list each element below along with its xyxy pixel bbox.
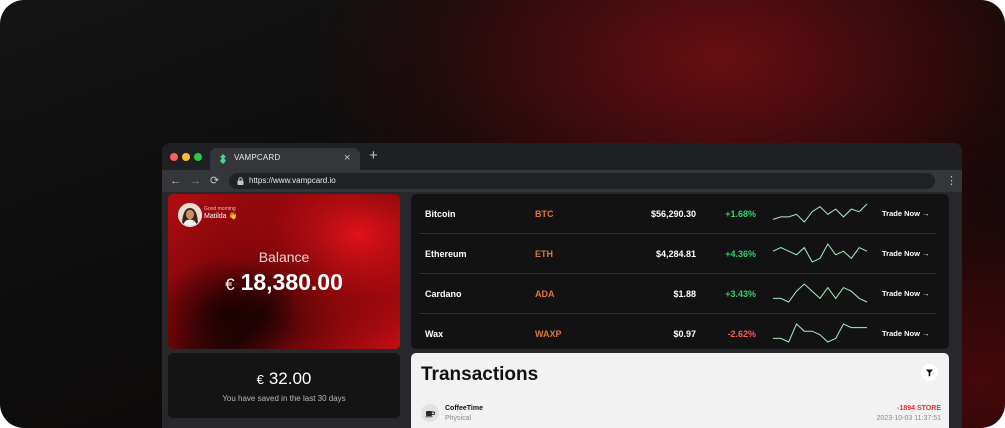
crypto-symbol: ETH: [535, 249, 553, 259]
savings-caption: You have saved in the last 30 days: [222, 394, 346, 403]
crypto-name: Wax: [425, 329, 444, 339]
transaction-merchant: CoffeeTime: [445, 405, 483, 412]
crypto-price: $0.97: [673, 329, 696, 339]
arrow-right-icon: →: [922, 329, 930, 338]
sparkline-path: [773, 323, 867, 343]
balance-value: 18,380.00: [240, 269, 343, 295]
crypto-price: $1.88: [673, 289, 696, 299]
trade-now-label: Trade Now: [882, 329, 920, 338]
vampcard-favicon-icon: [220, 154, 226, 164]
transaction-type: Physical: [445, 415, 472, 422]
lock-icon: [237, 177, 244, 185]
transactions-title: Transactions: [421, 364, 539, 385]
avatar-portrait-icon: [179, 204, 201, 226]
crypto-row: Cardano ADA $1.88 +3.43% Trade Now →: [411, 274, 949, 314]
arrow-right-icon: →: [922, 289, 930, 298]
crypto-row: Wax WAXP $0.97 -2.62% Trade Now →: [411, 314, 949, 354]
back-arrow-icon[interactable]: ←: [170, 173, 181, 189]
transaction-item[interactable]: CoffeeTime Physical -1894 STORE 2023-10-…: [421, 403, 941, 428]
window-close-dot[interactable]: [170, 153, 178, 161]
crypto-sparkline: [772, 243, 868, 263]
sparkline-path: [772, 243, 868, 263]
tab-vampcard[interactable]: VAMPCARD ×: [210, 148, 360, 170]
browser-menu-icon[interactable]: ⋮: [946, 173, 957, 189]
crypto-symbol: WAXP: [535, 329, 562, 339]
crypto-row: Bitcoin BTC $56,290.30 +1.68% Trade Now …: [411, 194, 949, 234]
transaction-date: 2023-10-03 11:37:51: [876, 415, 941, 422]
sparkline-path: [773, 283, 868, 303]
crypto-price: $4,284.81: [655, 249, 696, 259]
crypto-name: Ethereum: [425, 249, 467, 259]
balance-amount: €18,380.00: [168, 269, 400, 296]
savings-amount: €32.00: [168, 369, 400, 389]
navigation-bar: ← → ⟳ https://www.vampcard.io ⋮: [162, 170, 962, 192]
balance-card: Good morning Matilda 👋 Balance €18,380.0…: [168, 194, 400, 349]
crypto-list: Bitcoin BTC $56,290.30 +1.68% Trade Now …: [411, 194, 949, 349]
savings-card: €32.00 You have saved in the last 30 day…: [168, 353, 400, 418]
trade-now-button[interactable]: Trade Now →: [882, 289, 930, 298]
crypto-name: Cardano: [425, 289, 462, 299]
crypto-sparkline: [773, 323, 867, 343]
transactions-panel: Transactions CoffeeTime Physical -1894 S…: [411, 353, 949, 428]
new-tab-button[interactable]: +: [369, 148, 378, 164]
browser-window: VAMPCARD × + ← → ⟳ https://www.vampcard.…: [162, 143, 962, 428]
tab-bar: VAMPCARD × +: [162, 143, 962, 170]
transaction-amount: -1894 STORE: [897, 405, 941, 412]
crypto-change: +3.43%: [725, 289, 756, 299]
forward-arrow-icon[interactable]: →: [190, 173, 201, 189]
crypto-change: +1.68%: [725, 209, 756, 219]
savings-currency: €: [256, 372, 264, 387]
trade-now-label: Trade Now: [882, 209, 920, 218]
trade-now-label: Trade Now: [882, 289, 920, 298]
reload-icon[interactable]: ⟳: [210, 173, 219, 189]
trade-now-button[interactable]: Trade Now →: [882, 329, 930, 338]
trade-now-button[interactable]: Trade Now →: [882, 209, 930, 218]
savings-value: 32.00: [268, 369, 312, 388]
crypto-symbol: BTC: [535, 209, 554, 219]
balance-label: Balance: [258, 249, 310, 265]
sparkline-path: [772, 203, 868, 223]
crypto-price: $56,290.30: [650, 209, 696, 219]
crypto-change: -2.62%: [727, 329, 756, 339]
filter-funnel-icon: [926, 369, 933, 377]
dashboard: Good morning Matilda 👋 Balance €18,380.0…: [162, 192, 962, 428]
arrow-right-icon: →: [922, 249, 930, 258]
user-name: Matilda 👋: [204, 213, 238, 220]
window-maximize-dot[interactable]: [194, 153, 202, 161]
address-bar[interactable]: https://www.vampcard.io: [229, 173, 935, 189]
crypto-sparkline: [773, 283, 868, 303]
window-minimize-dot[interactable]: [182, 153, 190, 161]
tab-close-icon[interactable]: ×: [344, 151, 350, 165]
crypto-row: Ethereum ETH $4,284.81 +4.36% Trade Now …: [411, 234, 949, 274]
balance-currency: €: [225, 275, 235, 294]
arrow-right-icon: →: [922, 209, 930, 218]
coffee-cup-icon: [421, 404, 439, 422]
crypto-change: +4.36%: [725, 249, 756, 259]
tab-title: VAMPCARD: [234, 153, 281, 162]
trade-now-label: Trade Now: [882, 249, 920, 258]
trade-now-button[interactable]: Trade Now →: [882, 249, 930, 258]
url-text: https://www.vampcard.io: [249, 176, 336, 185]
background-frame: VAMPCARD × + ← → ⟳ https://www.vampcard.…: [0, 0, 1005, 428]
crypto-symbol: ADA: [535, 289, 555, 299]
filter-button[interactable]: [921, 364, 938, 381]
user-avatar[interactable]: [178, 203, 202, 227]
crypto-name: Bitcoin: [425, 209, 456, 219]
crypto-sparkline: [772, 203, 868, 223]
